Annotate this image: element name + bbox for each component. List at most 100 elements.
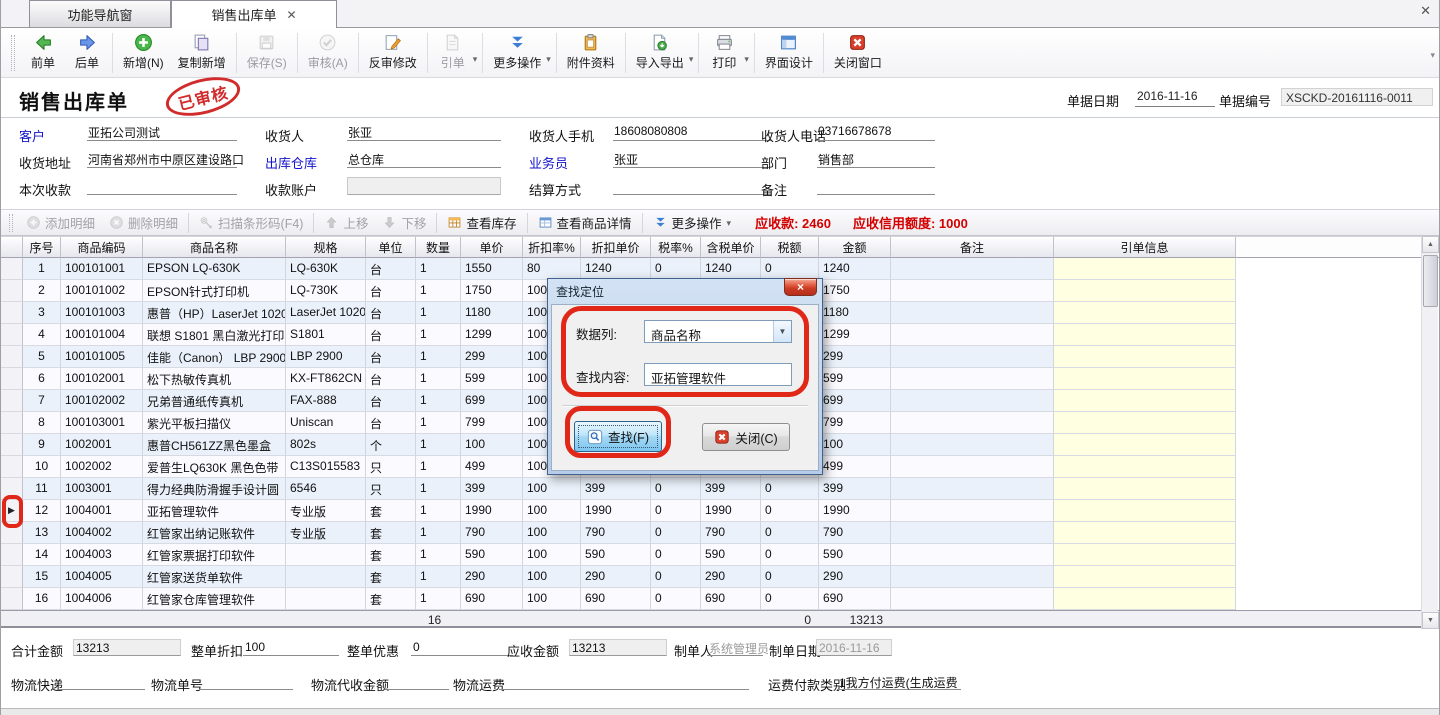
form-field[interactable] xyxy=(817,177,935,195)
table-cell[interactable]: 699 xyxy=(819,390,891,412)
scrollbar-thumb[interactable] xyxy=(1423,255,1438,307)
table-cell[interactable]: 100 xyxy=(523,500,581,522)
table-cell[interactable]: 100 xyxy=(523,544,581,566)
table-cell[interactable] xyxy=(1054,302,1236,324)
table-cell[interactable] xyxy=(1054,258,1236,280)
footer-field[interactable] xyxy=(385,673,449,690)
table-cell[interactable]: 台 xyxy=(366,324,416,346)
table-cell[interactable]: FAX-888 xyxy=(286,390,366,412)
table-cell[interactable]: 1 xyxy=(416,280,461,302)
row-indicator[interactable] xyxy=(1,566,23,588)
table-cell[interactable]: 1180 xyxy=(461,302,523,324)
table-cell[interactable]: 台 xyxy=(366,412,416,434)
table-cell[interactable]: 100 xyxy=(523,566,581,588)
table-cell[interactable]: 590 xyxy=(819,544,891,566)
table-cell[interactable]: 100101005 xyxy=(61,346,143,368)
table-cell[interactable]: 0 xyxy=(761,522,819,544)
table-cell[interactable] xyxy=(891,390,1054,412)
table-cell[interactable]: 台 xyxy=(366,346,416,368)
table-cell[interactable]: 599 xyxy=(461,368,523,390)
table-cell[interactable]: 290 xyxy=(819,566,891,588)
table-cell[interactable]: 只 xyxy=(366,478,416,500)
table-cell[interactable]: LaserJet 1020 xyxy=(286,302,366,324)
dropdown-caret-icon[interactable]: ▾ xyxy=(727,218,732,229)
table-cell[interactable]: 12 xyxy=(23,500,61,522)
table-cell[interactable] xyxy=(1054,456,1236,478)
table-cell[interactable] xyxy=(891,258,1054,280)
table-cell[interactable]: 红管家出纳记账软件 xyxy=(143,522,286,544)
table-cell[interactable]: KX-FT862CN xyxy=(286,368,366,390)
table-cell[interactable]: 590 xyxy=(581,544,651,566)
footer-field[interactable] xyxy=(199,673,293,690)
scroll-up-icon[interactable]: ▲ xyxy=(1422,236,1439,253)
table-cell[interactable]: 1004003 xyxy=(61,544,143,566)
table-cell[interactable]: 100101002 xyxy=(61,280,143,302)
table-cell[interactable]: EPSON针式打印机 xyxy=(143,280,286,302)
table-cell[interactable]: 爱普生LQ630K 黑色色带 xyxy=(143,456,286,478)
row-indicator[interactable] xyxy=(1,368,23,390)
table-cell[interactable]: 100102002 xyxy=(61,390,143,412)
table-cell[interactable]: 兄弟普通纸传真机 xyxy=(143,390,286,412)
table-cell[interactable]: 1 xyxy=(416,478,461,500)
table-cell[interactable]: 790 xyxy=(581,522,651,544)
row-indicator[interactable] xyxy=(1,280,23,302)
form-field[interactable]: 亚拓公司测试 xyxy=(87,123,237,141)
table-cell[interactable]: Uniscan xyxy=(286,412,366,434)
doc-date-field[interactable]: 2016-11-16 xyxy=(1135,89,1215,107)
scroll-down-icon[interactable]: ▼ xyxy=(1422,612,1439,629)
table-cell[interactable]: 台 xyxy=(366,258,416,280)
form-field[interactable]: 河南省郑州市中原区建设路口 xyxy=(87,150,237,168)
table-cell[interactable]: 1 xyxy=(416,566,461,588)
table-row[interactable]: 1100101001EPSON LQ-630KLQ-630K台115508012… xyxy=(1,258,1439,280)
toolbar-button-stock[interactable]: 查看库存 xyxy=(440,211,523,234)
footer-field[interactable]: 1我方付运费(生成运费 xyxy=(837,673,961,690)
form-field[interactable]: 张亚 xyxy=(613,150,771,168)
table-cell[interactable]: 399 xyxy=(581,478,651,500)
table-cell[interactable]: 100 xyxy=(461,434,523,456)
dropdown-caret-icon[interactable]: ▾ xyxy=(689,54,694,65)
table-cell[interactable]: 6546 xyxy=(286,478,366,500)
table-cell[interactable]: 0 xyxy=(651,500,701,522)
toolbar-button-print[interactable]: 打印 xyxy=(702,30,746,76)
table-cell[interactable] xyxy=(891,566,1054,588)
table-cell[interactable]: 惠普CH561ZZ黑色墨盒 xyxy=(143,434,286,456)
table-cell[interactable]: 15 xyxy=(23,566,61,588)
table-cell[interactable]: 0 xyxy=(651,566,701,588)
table-cell[interactable] xyxy=(891,368,1054,390)
table-cell[interactable]: 80 xyxy=(523,258,581,280)
footer-field[interactable]: 13213 xyxy=(569,639,667,656)
table-cell[interactable]: 0 xyxy=(651,544,701,566)
table-cell[interactable]: 100 xyxy=(523,588,581,610)
table-cell[interactable]: 790 xyxy=(461,522,523,544)
toolbar-button-more-actions[interactable]: 更多操作 xyxy=(486,30,548,76)
table-cell[interactable] xyxy=(1054,280,1236,302)
selected-row-indicator[interactable]: ▶ xyxy=(1,500,23,522)
dropdown-caret-icon[interactable]: ▾ xyxy=(473,54,478,65)
form-field[interactable]: 18608080808 xyxy=(613,123,771,141)
table-cell[interactable]: 290 xyxy=(701,566,761,588)
table-cell[interactable]: 套 xyxy=(366,566,416,588)
table-cell[interactable]: 1 xyxy=(416,412,461,434)
row-indicator[interactable] xyxy=(1,588,23,610)
table-cell[interactable]: 1 xyxy=(23,258,61,280)
footer-field[interactable]: 13213 xyxy=(73,639,181,656)
table-row[interactable]: 161004006红管家仓库管理软件套169010069006900690 xyxy=(1,588,1439,610)
table-cell[interactable]: 1 xyxy=(416,368,461,390)
form-field[interactable]: 张亚 xyxy=(347,123,501,141)
table-cell[interactable] xyxy=(1054,522,1236,544)
table-cell[interactable]: 套 xyxy=(366,588,416,610)
table-cell[interactable]: LBP 2900 xyxy=(286,346,366,368)
table-cell[interactable]: 790 xyxy=(701,522,761,544)
search-content-input[interactable]: 亚拓管理软件 xyxy=(644,363,792,386)
table-cell[interactable]: 5 xyxy=(23,346,61,368)
table-row[interactable]: 141004003红管家票据打印软件套159010059005900590 xyxy=(1,544,1439,566)
toolbar-button-attachment[interactable]: 附件资料 xyxy=(560,30,622,76)
table-cell[interactable]: 9 xyxy=(23,434,61,456)
table-cell[interactable] xyxy=(1054,390,1236,412)
table-cell[interactable]: 1 xyxy=(416,324,461,346)
table-cell[interactable] xyxy=(1054,588,1236,610)
table-cell[interactable]: 100101004 xyxy=(61,324,143,346)
table-cell[interactable] xyxy=(891,456,1054,478)
table-cell[interactable] xyxy=(1054,566,1236,588)
form-field[interactable]: 03716678678 xyxy=(817,123,935,141)
